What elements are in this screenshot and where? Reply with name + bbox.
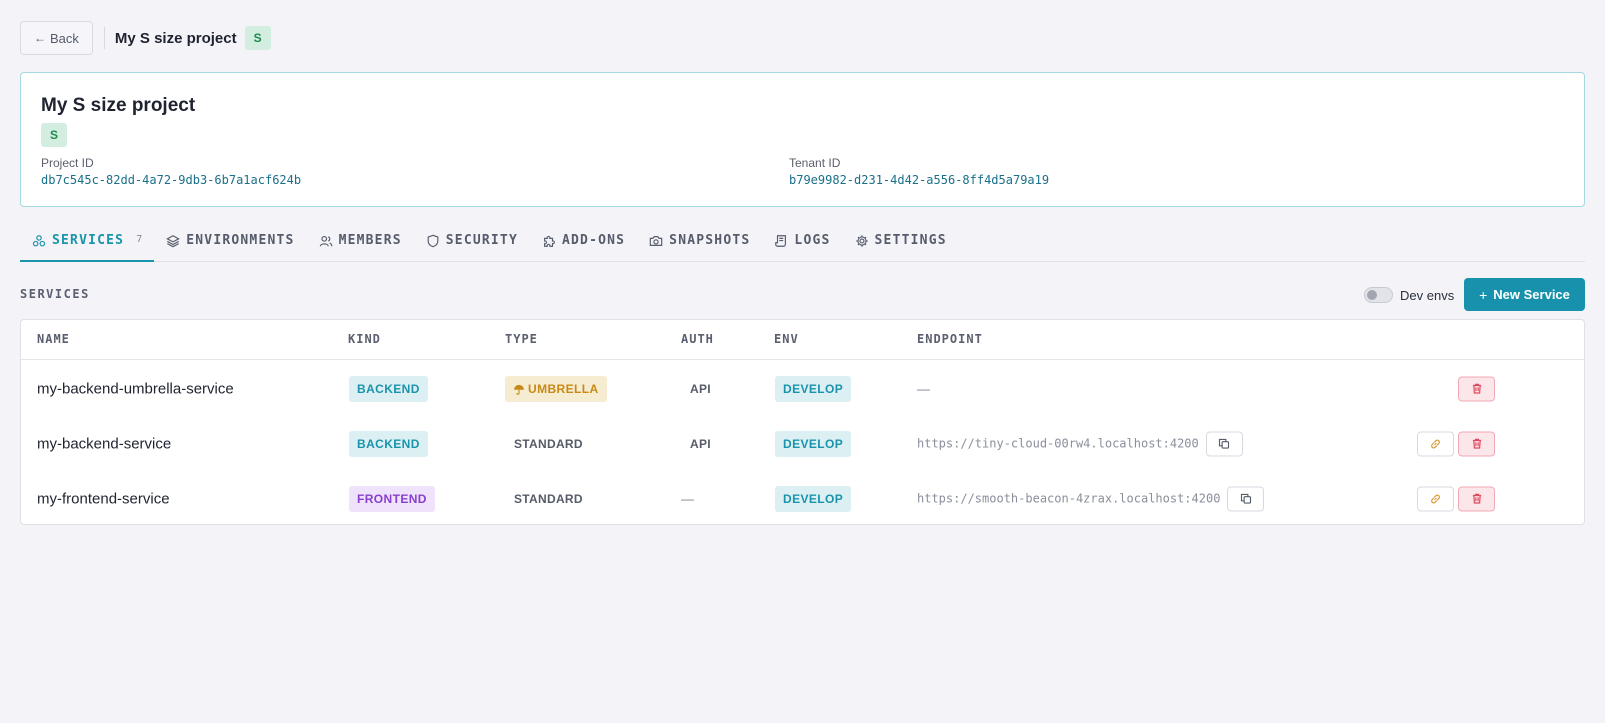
column-header-kind: KIND bbox=[348, 332, 381, 346]
link-icon bbox=[1431, 439, 1440, 448]
tab-logs[interactable]: LOGS bbox=[762, 227, 842, 262]
tab-security[interactable]: SECURITY bbox=[414, 227, 530, 262]
type-badge: UMBRELLA bbox=[505, 375, 607, 402]
layers-icon bbox=[166, 235, 181, 248]
topbar: ← Back My S size project S bbox=[20, 21, 271, 55]
camera-icon bbox=[649, 236, 663, 246]
tenant-id-value: b79e9982-d231-4d42-a556-8ff4d5a79a19 bbox=[789, 173, 1050, 187]
auth-value: API bbox=[690, 436, 711, 451]
trash-icon bbox=[1472, 383, 1481, 394]
column-header-auth: AUTH bbox=[681, 332, 714, 346]
column-header-name: NAME bbox=[37, 332, 70, 346]
auth-value: — bbox=[681, 491, 694, 506]
puzzle-icon bbox=[544, 235, 555, 247]
tab-settings[interactable]: SETTINGS bbox=[843, 227, 959, 262]
new-service-button[interactable]: + New Service bbox=[1464, 278, 1585, 311]
tab-bar: SERVICES 7 ENVIRONMENTS MEMBERS SECURITY… bbox=[20, 227, 1585, 262]
divider bbox=[103, 27, 105, 49]
toggle-switch[interactable] bbox=[1364, 287, 1393, 303]
table-row[interactable]: my-backend-umbrella-service BACKEND UMBR… bbox=[21, 361, 1584, 416]
project-id-block: Project ID db7c545c-82dd-4a72-9db3-6b7a1… bbox=[41, 156, 301, 187]
trash-icon bbox=[1472, 438, 1481, 449]
dev-envs-toggle[interactable]: Dev envs bbox=[1364, 287, 1454, 303]
kind-badge: BACKEND bbox=[349, 430, 428, 457]
new-service-label: New Service bbox=[1493, 287, 1570, 302]
shield-icon bbox=[427, 234, 439, 248]
trash-icon bbox=[1472, 493, 1481, 504]
endpoint-url[interactable]: https://tiny-cloud-00rw4.localhost:4200 bbox=[917, 437, 1199, 451]
breadcrumb-title: My S size project bbox=[114, 29, 237, 47]
env-badge: DEVELOP bbox=[775, 375, 852, 402]
copy-endpoint-button[interactable] bbox=[1227, 486, 1265, 511]
kind-badge: BACKEND bbox=[349, 375, 428, 402]
tenant-id-label: Tenant ID bbox=[789, 156, 841, 170]
delete-button[interactable] bbox=[1458, 486, 1495, 511]
project-title: My S size project bbox=[41, 95, 196, 116]
tab-add-ons[interactable]: ADD-ONS bbox=[530, 227, 637, 262]
table-row[interactable]: my-backend-service BACKEND STANDARD API … bbox=[21, 416, 1584, 471]
tab-label: SNAPSHOTS bbox=[669, 233, 751, 248]
toggle-label: Dev envs bbox=[1400, 287, 1455, 303]
delete-button[interactable] bbox=[1458, 431, 1495, 456]
tab-label: ADD-ONS bbox=[561, 233, 626, 248]
column-header-type: TYPE bbox=[505, 332, 538, 346]
project-id-label: Project ID bbox=[41, 156, 94, 170]
back-arrow-icon: ← bbox=[34, 31, 46, 45]
kind-badge: FRONTEND bbox=[349, 485, 435, 512]
tab-snapshots[interactable]: SNAPSHOTS bbox=[637, 227, 762, 262]
users-icon bbox=[319, 235, 332, 247]
auth-value: API bbox=[690, 381, 711, 396]
scroll-icon bbox=[775, 235, 787, 247]
open-link-button[interactable] bbox=[1417, 431, 1454, 456]
service-name[interactable]: my-frontend-service bbox=[37, 490, 170, 507]
table-row[interactable]: my-frontend-service FRONTEND STANDARD — … bbox=[21, 471, 1584, 526]
service-name[interactable]: my-backend-umbrella-service bbox=[37, 380, 234, 397]
type-label: UMBRELLA bbox=[528, 381, 599, 396]
type-value: STANDARD bbox=[514, 491, 583, 506]
tab-members[interactable]: MEMBERS bbox=[307, 227, 414, 262]
delete-button[interactable] bbox=[1458, 376, 1495, 401]
back-button[interactable]: ← Back bbox=[20, 21, 93, 55]
endpoint-url[interactable]: https://smooth-beacon-4zrax.localhost:42… bbox=[917, 492, 1220, 506]
section-title: SERVICES bbox=[20, 287, 90, 301]
copy-icon bbox=[1240, 493, 1251, 504]
project-card: My S size project S Project ID db7c545c-… bbox=[20, 72, 1585, 207]
project-id-value: db7c545c-82dd-4a72-9db3-6b7a1acf624b bbox=[41, 173, 302, 187]
tab-label: SERVICES bbox=[52, 233, 125, 248]
tab-services[interactable]: SERVICES 7 bbox=[20, 227, 155, 262]
env-badge: DEVELOP bbox=[775, 430, 852, 457]
tab-label: MEMBERS bbox=[338, 233, 402, 248]
toggle-knob bbox=[1367, 290, 1377, 300]
service-name[interactable]: my-backend-service bbox=[37, 435, 171, 452]
tab-label: ENVIRONMENTS bbox=[186, 233, 295, 248]
tab-label: SETTINGS bbox=[874, 233, 947, 248]
gear-icon bbox=[855, 235, 868, 247]
endpoint-empty: — bbox=[917, 381, 930, 396]
back-label: Back bbox=[50, 30, 79, 46]
table-header: NAME KIND TYPE AUTH ENV ENDPOINT bbox=[21, 320, 1584, 360]
column-header-env: ENV bbox=[774, 332, 799, 346]
tab-label: LOGS bbox=[794, 233, 831, 248]
type-value: STANDARD bbox=[514, 436, 583, 451]
services-table: NAME KIND TYPE AUTH ENV ENDPOINT my-back… bbox=[20, 319, 1585, 525]
size-badge: S bbox=[244, 26, 271, 50]
tab-environments[interactable]: ENVIRONMENTS bbox=[154, 227, 306, 262]
umbrella-icon bbox=[514, 384, 524, 395]
services-icon bbox=[32, 235, 46, 247]
open-link-button[interactable] bbox=[1417, 486, 1454, 511]
project-size-badge: S bbox=[41, 123, 67, 147]
env-badge: DEVELOP bbox=[775, 485, 852, 512]
plus-icon: + bbox=[1479, 286, 1488, 303]
link-icon bbox=[1431, 494, 1440, 503]
copy-endpoint-button[interactable] bbox=[1205, 431, 1243, 456]
tab-count: 7 bbox=[136, 234, 143, 245]
column-header-endpoint: ENDPOINT bbox=[917, 332, 983, 346]
tenant-id-block: Tenant ID b79e9982-d231-4d42-a556-8ff4d5… bbox=[789, 156, 1049, 187]
copy-icon bbox=[1219, 438, 1230, 449]
tab-label: SECURITY bbox=[445, 233, 518, 248]
